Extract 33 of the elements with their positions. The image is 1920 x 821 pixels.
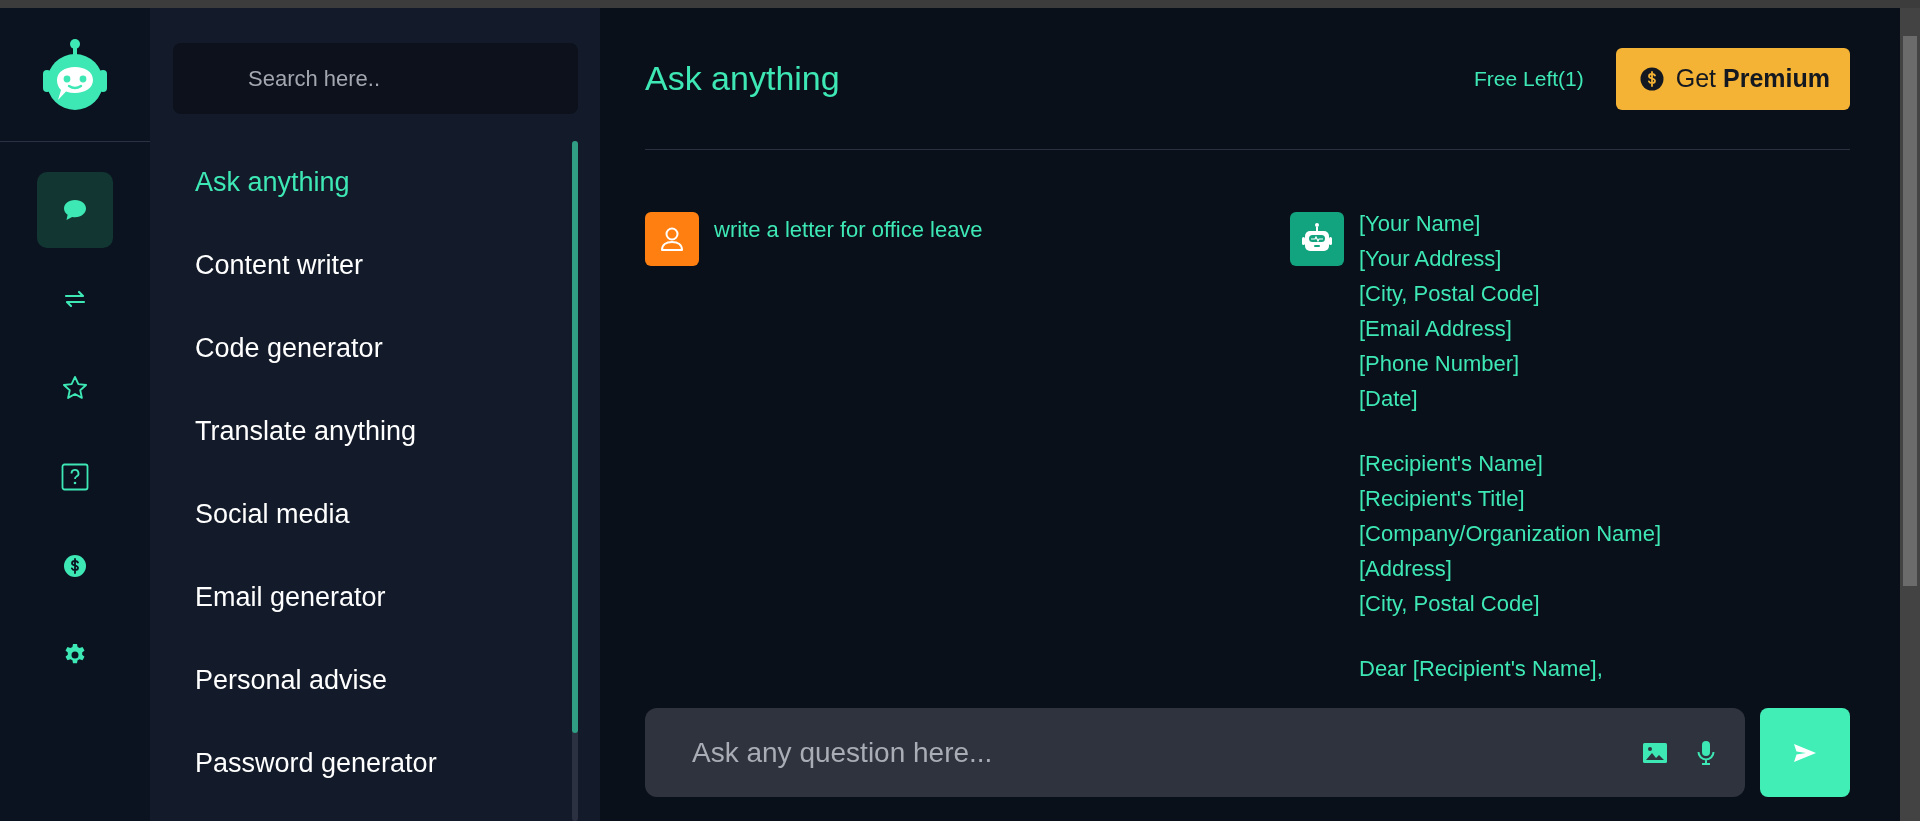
person-icon: [659, 226, 685, 252]
sidebar-item[interactable]: Email generator: [173, 581, 386, 614]
send-icon: [1794, 743, 1816, 762]
help-icon: [61, 463, 89, 491]
microphone-icon: [1697, 740, 1715, 765]
swap-arrows-icon: [64, 290, 86, 308]
dollar-icon: [1639, 66, 1664, 91]
question-input[interactable]: Ask any question here...: [690, 735, 1613, 770]
sidebar-item[interactable]: Password generator: [173, 747, 437, 780]
sidebar-item[interactable]: Content writer: [173, 249, 364, 282]
star-icon: [61, 374, 89, 402]
page-scrollbar[interactable]: [1903, 36, 1917, 586]
free-left-counter: Free Left(1): [1474, 66, 1585, 91]
bot-message-text: [Recipient's Name] [Recipient's Title] [Company/Organization Name] [Address] [City, Postal Code]: [1359, 450, 1662, 618]
chat-icon: [62, 198, 88, 222]
sidebar-item[interactable]: Code generator: [173, 332, 383, 365]
scrollbar[interactable]: [572, 141, 578, 821]
dollar-icon: [63, 554, 87, 578]
sidebar-item[interactable]: Ask anything: [173, 166, 350, 199]
bot-message-text: Dear [Recipient's Name],: [1359, 655, 1604, 683]
sidebar-item[interactable]: Personal advise: [173, 664, 388, 697]
page-title: Ask anything: [645, 59, 841, 98]
nav-button[interactable]: [37, 172, 113, 248]
microphone-button[interactable]: [1697, 740, 1715, 765]
sidebar-item[interactable]: Translate anything: [173, 415, 417, 448]
premium-button[interactable]: Get Premium: [1615, 47, 1850, 110]
bot-message-text: [Your Name] [Your Address] [City, Postal Code] [Email Address] [Phone Number] [Date]: [1359, 210, 1541, 413]
image-button[interactable]: [1643, 742, 1667, 763]
sidebar-item[interactable]: Social media: [173, 498, 350, 531]
question-field[interactable]: Ask any question here...: [645, 708, 1745, 797]
search-field[interactable]: Search here..: [173, 43, 578, 114]
image-icon: [1643, 742, 1667, 763]
user-message: write a letter for office leave: [714, 217, 983, 243]
